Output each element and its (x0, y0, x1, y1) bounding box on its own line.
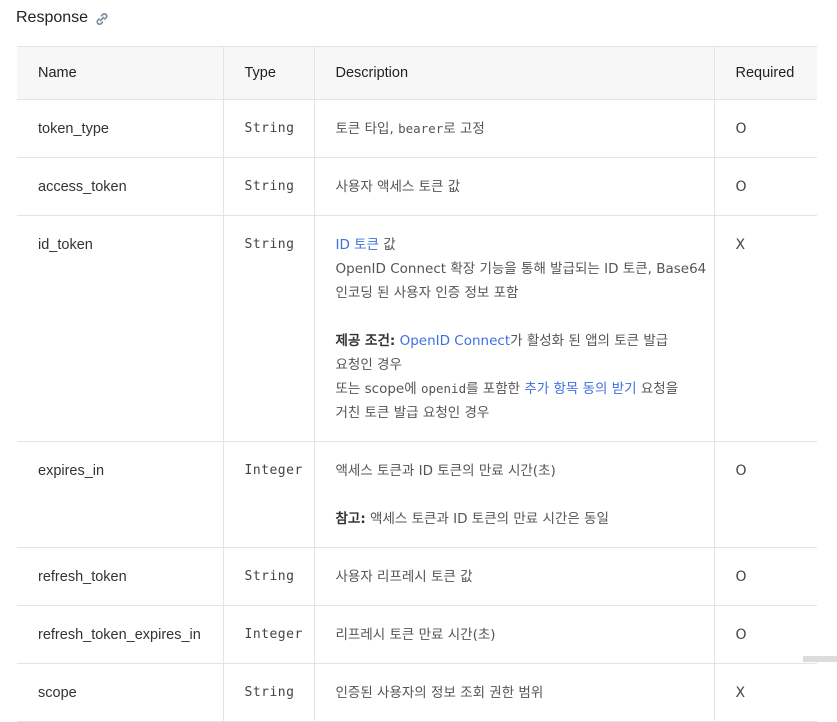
spacer (336, 305, 714, 329)
param-required: X (714, 664, 817, 722)
desc-text: 로 고정 (443, 121, 485, 137)
param-description: 리프레시 토큰 만료 시간(초) (314, 606, 714, 664)
param-type: String (223, 216, 314, 442)
param-name: id_token (17, 216, 223, 442)
param-type: Integer (223, 442, 314, 548)
desc-text: 값 (379, 237, 396, 253)
response-table-wrapper: Name Type Description Required token_typ… (17, 46, 817, 722)
param-description: 사용자 액세스 토큰 값 (314, 158, 714, 216)
inline-code: openid (421, 381, 466, 396)
param-type: String (223, 548, 314, 606)
header-type: Type (223, 47, 314, 100)
param-description: ID 토큰 값 OpenID Connect 확장 기능을 통해 발급되는 ID… (314, 216, 714, 442)
param-required: O (714, 100, 817, 158)
desc-line: 거친 토큰 발급 요청인 경우 (336, 401, 714, 425)
header-description: Description (314, 47, 714, 100)
param-required: O (714, 442, 817, 548)
spacer (336, 483, 714, 507)
header-required: Required (714, 47, 817, 100)
param-description: 인증된 사용자의 정보 조회 권한 범위 (314, 664, 714, 722)
desc-text: 요청을 (637, 381, 679, 397)
param-name: refresh_token_expires_in (17, 606, 223, 664)
condition-label: 제공 조건: (336, 333, 396, 349)
desc-text: 토큰 타입, (336, 121, 399, 137)
param-type: String (223, 100, 314, 158)
desc-text: 가 활성화 된 앱의 토큰 발급 (510, 333, 668, 349)
inline-code: bearer (398, 121, 443, 136)
param-name: access_token (17, 158, 223, 216)
desc-line: OpenID Connect 확장 기능을 통해 발급되는 ID 토큰, Bas… (336, 257, 714, 281)
link-icon[interactable] (95, 11, 109, 25)
table-header-row: Name Type Description Required (17, 47, 817, 100)
param-name: scope (17, 664, 223, 722)
id-token-link[interactable]: ID 토큰 (336, 237, 380, 253)
param-type: Integer (223, 606, 314, 664)
desc-line: 또는 scope에 openid를 포함한 추가 항목 동의 받기 요청을 (336, 377, 714, 401)
header-name: Name (17, 47, 223, 100)
param-required: X (714, 216, 817, 442)
section-heading: Response (16, 7, 109, 29)
desc-text: 액세스 토큰과 ID 토큰의 만료 시간은 동일 (366, 511, 609, 527)
desc-line: 참고: 액세스 토큰과 ID 토큰의 만료 시간은 동일 (336, 507, 714, 531)
table-row: scope String 인증된 사용자의 정보 조회 권한 범위 X (17, 664, 817, 722)
desc-line: 액세스 토큰과 ID 토큰의 만료 시간(초) (336, 459, 714, 483)
param-name: token_type (17, 100, 223, 158)
desc-text: 를 포함한 (466, 381, 524, 397)
param-required: O (714, 158, 817, 216)
param-description: 액세스 토큰과 ID 토큰의 만료 시간(초) 참고: 액세스 토큰과 ID 토… (314, 442, 714, 548)
desc-line: 요청인 경우 (336, 353, 714, 377)
param-description: 토큰 타입, bearer로 고정 (314, 100, 714, 158)
param-description: 사용자 리프레시 토큰 값 (314, 548, 714, 606)
param-required: O (714, 548, 817, 606)
horizontal-scrollbar[interactable] (803, 656, 837, 662)
table-row: access_token String 사용자 액세스 토큰 값 O (17, 158, 817, 216)
desc-line: ID 토큰 값 (336, 233, 714, 257)
section-title: Response (16, 9, 88, 27)
table-row: token_type String 토큰 타입, bearer로 고정 O (17, 100, 817, 158)
param-type: String (223, 664, 314, 722)
table-row: refresh_token String 사용자 리프레시 토큰 값 O (17, 548, 817, 606)
desc-line: 인코딩 된 사용자 인증 정보 포함 (336, 281, 714, 305)
table-row: refresh_token_expires_in Integer 리프레시 토큰… (17, 606, 817, 664)
desc-text: 또는 scope에 (336, 381, 421, 397)
openid-connect-link[interactable]: OpenID Connect (400, 333, 511, 349)
table-row: id_token String ID 토큰 값 OpenID Connect 확… (17, 216, 817, 442)
table-row: expires_in Integer 액세스 토큰과 ID 토큰의 만료 시간(… (17, 442, 817, 548)
response-table: Name Type Description Required token_typ… (17, 46, 817, 722)
param-type: String (223, 158, 314, 216)
param-name: expires_in (17, 442, 223, 548)
param-required: O (714, 606, 817, 664)
additional-consent-link[interactable]: 추가 항목 동의 받기 (524, 381, 636, 397)
desc-line: 제공 조건: OpenID Connect가 활성화 된 앱의 토큰 발급 (336, 329, 714, 353)
note-label: 참고: (336, 511, 366, 527)
param-name: refresh_token (17, 548, 223, 606)
